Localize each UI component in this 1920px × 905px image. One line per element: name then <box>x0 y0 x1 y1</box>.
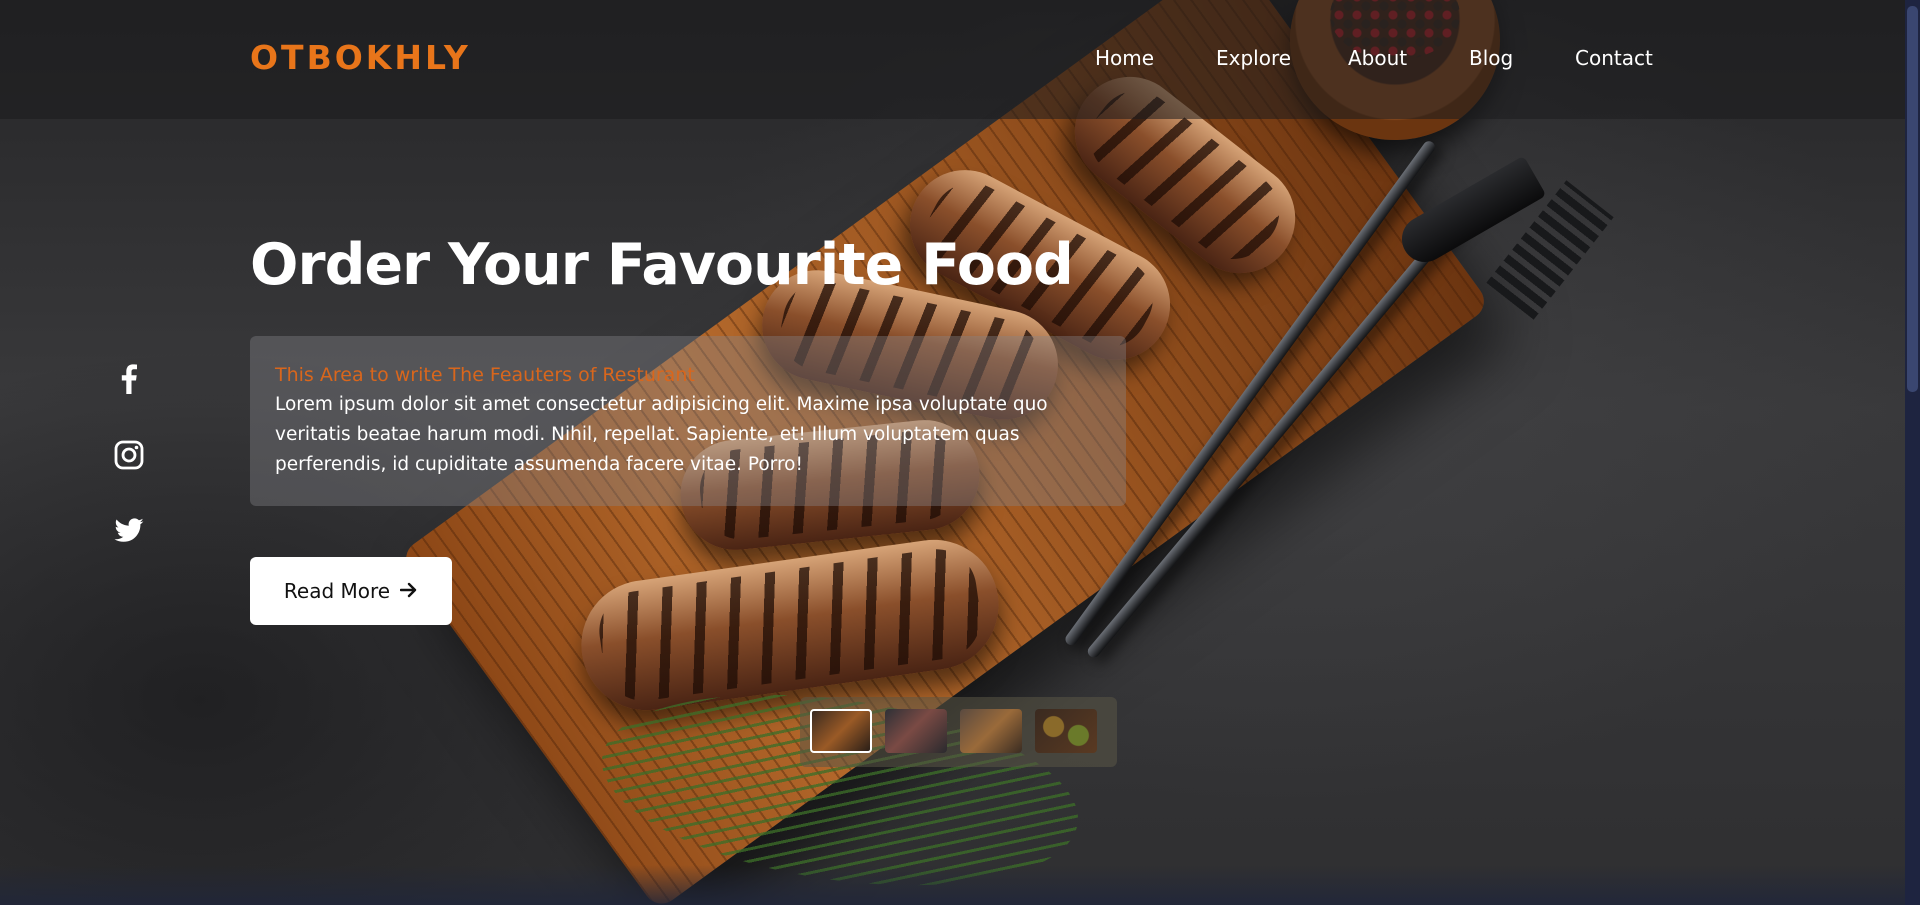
scrollbar-thumb[interactable] <box>1907 6 1918 392</box>
read-more-label: Read More <box>283 579 391 603</box>
facebook-icon[interactable] <box>110 360 148 398</box>
arrow-right-icon <box>399 579 418 603</box>
nav-link-contact[interactable]: Contact <box>1575 46 1653 70</box>
page-scrollbar[interactable] <box>1905 0 1920 905</box>
hero-headline: Order Your Favourite Food <box>250 232 1074 298</box>
instagram-icon[interactable] <box>110 436 148 474</box>
features-description: Lorem ipsum dolor sit amet consectetur a… <box>275 394 1048 475</box>
gallery-thumbnail[interactable] <box>960 709 1022 753</box>
twitter-icon[interactable] <box>110 512 148 550</box>
nav-link-home[interactable]: Home <box>1095 46 1154 70</box>
features-box: This Area to write The Feauters of Restu… <box>250 336 1126 506</box>
nav-link-blog[interactable]: Blog <box>1469 46 1513 70</box>
gallery-thumbnail[interactable] <box>1035 709 1097 753</box>
top-navbar: OTBOKHLY Home Explore About Blog Contact <box>0 0 1905 119</box>
gallery-thumbnail[interactable] <box>885 709 947 753</box>
gallery-thumbnail[interactable] <box>810 709 872 753</box>
read-more-button[interactable]: Read More <box>250 557 452 625</box>
nav-link-explore[interactable]: Explore <box>1216 46 1291 70</box>
features-subheading: This Area to write The Feauters of Restu… <box>275 364 695 386</box>
gallery-thumbnails <box>800 697 1117 767</box>
site-logo[interactable]: OTBOKHLY <box>250 38 471 77</box>
nav-link-about[interactable]: About <box>1348 46 1407 70</box>
hero-bottom-fade <box>0 865 1905 905</box>
